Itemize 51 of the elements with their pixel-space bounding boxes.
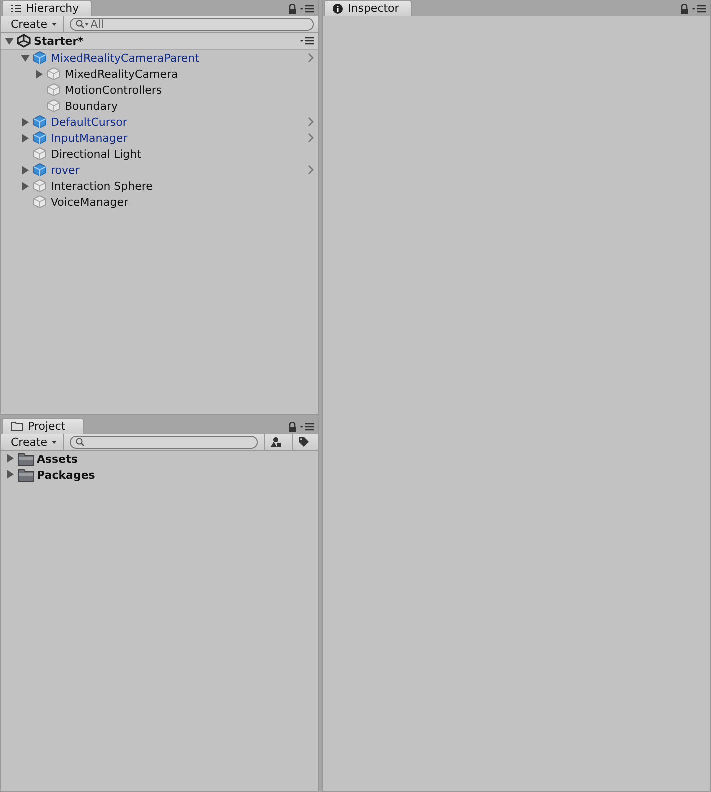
lock-icon[interactable] [288, 4, 297, 14]
menu-icon[interactable] [692, 4, 706, 12]
search-field[interactable]: All [70, 18, 314, 30]
search-icon [76, 20, 89, 28]
cube-icon [33, 51, 47, 65]
unity-logo-icon [17, 34, 31, 48]
folder-item[interactable]: Assets [1, 451, 318, 467]
lock-icon[interactable] [680, 4, 689, 14]
hierarchy-item[interactable]: InputManager [1, 130, 318, 146]
caret-icon [52, 440, 57, 444]
cube-icon [47, 67, 61, 81]
lock-icon[interactable] [288, 422, 297, 432]
cube-icon [33, 195, 47, 209]
hierarchy-item[interactable]: MixedRealityCameraParent [1, 50, 318, 66]
cube-icon [47, 99, 61, 113]
menu-icon[interactable] [300, 37, 314, 45]
tab[interactable]: Project [2, 418, 84, 434]
list-icon [11, 4, 21, 12]
cube-icon [47, 83, 61, 97]
hierarchy-item[interactable]: Directional Light [1, 146, 318, 162]
hierarchy-item[interactable]: MixedRealityCamera [1, 66, 318, 82]
caret-icon [52, 22, 57, 26]
hierarchy-item[interactable]: MotionControllers [1, 82, 318, 98]
search-field[interactable] [70, 436, 258, 448]
chevron-icon[interactable] [308, 53, 314, 63]
folder-icon [11, 422, 23, 431]
chevron-icon[interactable] [308, 165, 314, 175]
hierarchy-item[interactable]: DefaultCursor [1, 114, 318, 130]
hierarchy-item[interactable]: Interaction Sphere [1, 178, 318, 194]
menu-icon[interactable] [300, 422, 314, 430]
info-icon [333, 4, 343, 14]
hierarchy-item[interactable]: Boundary [1, 98, 318, 114]
folder-item[interactable]: Packages [1, 467, 318, 483]
cube-icon [33, 147, 47, 161]
create-button[interactable]: Create [5, 434, 64, 450]
scene-header[interactable]: Starter* [1, 33, 318, 50]
cube-icon [33, 163, 47, 177]
hierarchy-item[interactable]: VoiceManager [1, 194, 318, 210]
hierarchy-item[interactable]: rover [1, 162, 318, 178]
tab[interactable]: Hierarchy [2, 0, 92, 16]
create-button[interactable]: Create [5, 16, 64, 32]
cube-icon [33, 179, 47, 193]
search-icon [76, 438, 85, 446]
folder-icon [18, 452, 34, 466]
tag-icon [298, 436, 310, 448]
folder-icon [18, 468, 34, 482]
cube-icon [33, 131, 47, 145]
shapes-icon [270, 436, 282, 448]
cube-icon [33, 115, 47, 129]
tab[interactable]: Inspector [324, 0, 412, 16]
menu-icon[interactable] [300, 4, 314, 12]
